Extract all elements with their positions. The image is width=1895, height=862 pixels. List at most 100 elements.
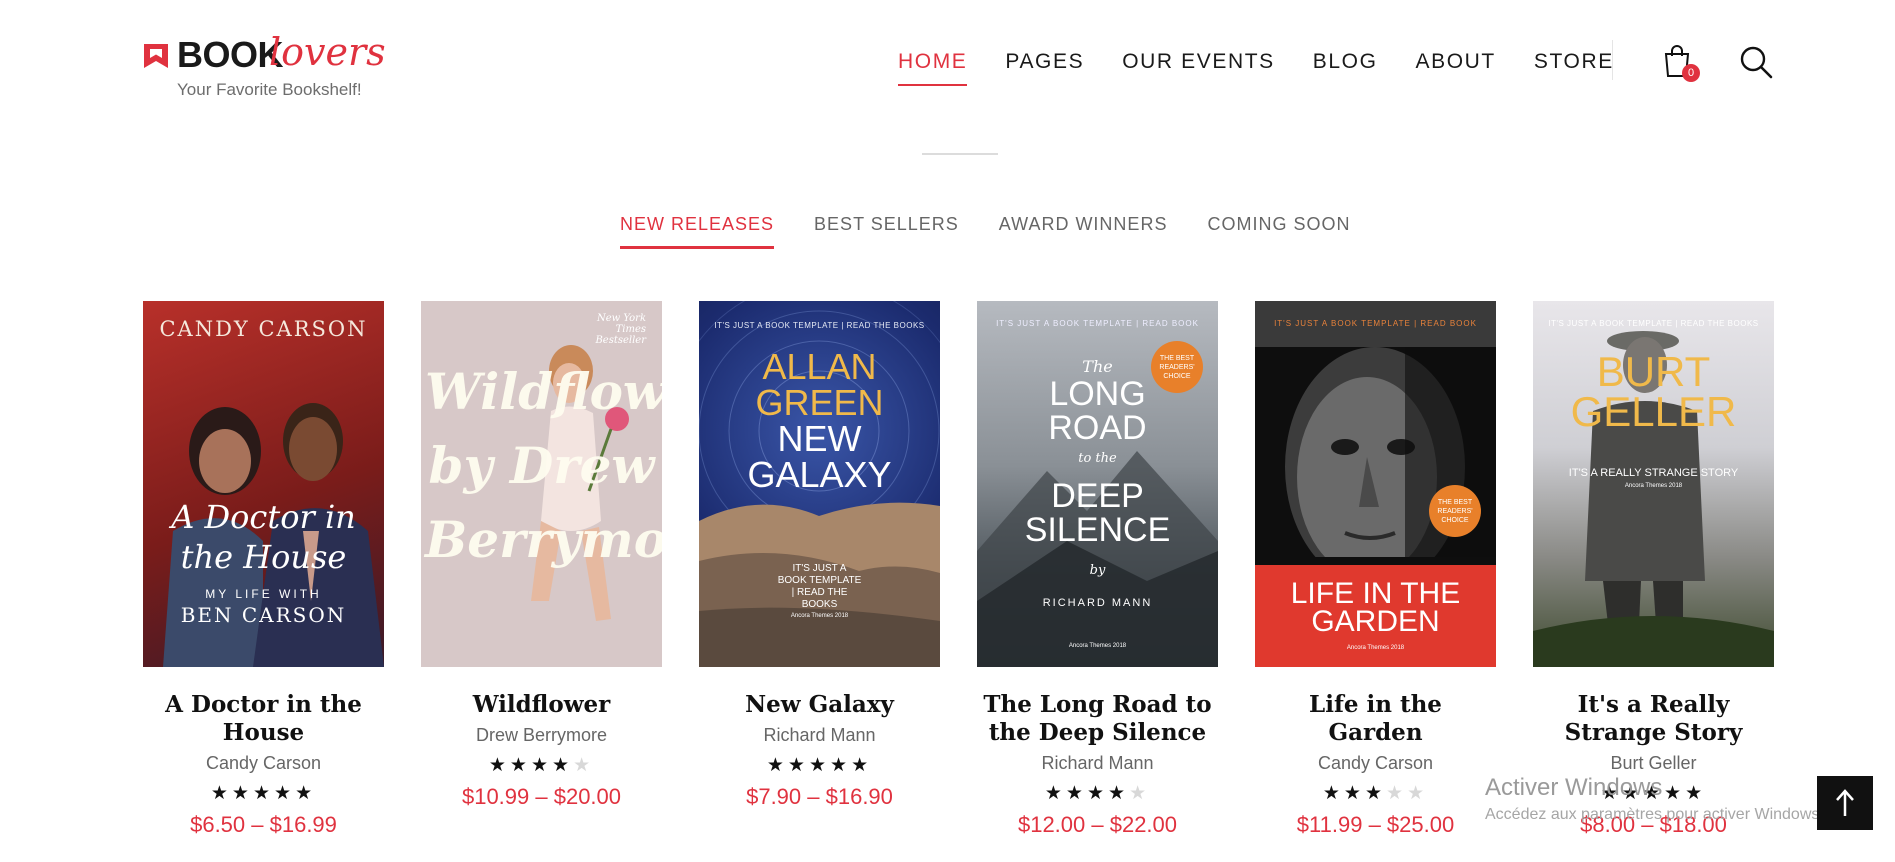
logo-tagline: Your Favorite Bookshelf! xyxy=(177,80,362,99)
star-icon: ★ xyxy=(488,755,510,776)
cover-line-3: NEW xyxy=(777,418,862,459)
star-icon: ★ xyxy=(1086,783,1109,804)
tab-new-releases[interactable]: NEW RELEASES xyxy=(620,214,775,249)
logo-book-text: BOOK xyxy=(177,34,284,75)
book-price: $6.50 – $16.99 xyxy=(190,812,337,837)
star-icon: ★ xyxy=(830,755,852,776)
book-title[interactable]: New Galaxy xyxy=(699,691,940,719)
star-icon: ★ xyxy=(295,783,317,804)
scroll-to-top-button[interactable] xyxy=(1817,776,1873,830)
tab-coming-soon[interactable]: COMING SOON xyxy=(1207,214,1350,249)
cover-line-3: DEEP xyxy=(1051,477,1144,515)
cover-line-2: ROAD xyxy=(1048,409,1147,447)
star-icon: ★ xyxy=(274,783,296,804)
star-rating: ★★★★★ xyxy=(699,754,940,776)
star-icon: ★ xyxy=(1322,783,1344,804)
cover-line-1: BURT xyxy=(1596,348,1711,395)
nav-about[interactable]: ABOUT xyxy=(1416,50,1496,86)
star-icon: ★ xyxy=(252,783,275,804)
book-author: Candy Carson xyxy=(1317,753,1434,773)
star-icon: ★ xyxy=(808,755,831,776)
cover-badge: New York Times Bestseller xyxy=(595,313,646,346)
search-button[interactable] xyxy=(1738,44,1774,80)
star-icon: ★ xyxy=(1407,783,1429,804)
cover-line-2: GARDEN xyxy=(1311,605,1440,638)
tab-award-winners[interactable]: AWARD WINNERS xyxy=(999,214,1168,249)
book-title[interactable]: The Long Road to the Deep Silence xyxy=(977,691,1218,747)
cover-line-2: GREEN xyxy=(755,382,884,423)
book-title[interactable]: Life in the Garden xyxy=(1255,691,1496,747)
book-card: IT'S JUST A BOOK TEMPLATE | READ BOOK Th… xyxy=(977,301,1218,838)
cover-script-title: Wildflower by Drew Berrymore xyxy=(425,362,662,569)
star-icon: ★ xyxy=(1044,783,1066,804)
book-title[interactable]: Wildflower xyxy=(421,691,662,719)
book-author: Drew Berrymore xyxy=(475,725,608,745)
nav-store[interactable]: STORE xyxy=(1534,50,1614,86)
star-icon: ★ xyxy=(1129,783,1151,804)
cover-bottom-name: BEN CARSON xyxy=(180,603,347,627)
star-icon: ★ xyxy=(509,755,531,776)
cover-to: to the xyxy=(1078,451,1117,466)
book-cover[interactable]: CANDY CARSON A Doctor in the House MY LI… xyxy=(143,301,384,667)
nav-blog[interactable]: BLOG xyxy=(1313,50,1378,86)
windows-activation-watermark: Activer Windows Accédez aux paramètres p… xyxy=(1485,774,1824,824)
site-logo[interactable]: BOOK lovers Your Favorite Bookshelf! xyxy=(143,30,403,104)
nav-divider xyxy=(1612,40,1613,80)
main-nav: HOME PAGES OUR EVENTS BLOG ABOUT STORE xyxy=(898,50,1652,86)
book-title[interactable]: It's a Really Strange Story xyxy=(1533,691,1774,747)
star-icon: ★ xyxy=(1386,783,1408,804)
book-cover[interactable]: IT'S JUST A BOOK TEMPLATE | READ BOOK LI… xyxy=(1255,301,1496,667)
star-icon: ★ xyxy=(210,783,232,804)
watermark-subtitle: Accédez aux paramètres pour activer Wind… xyxy=(1485,806,1824,823)
book-cover[interactable]: New York Times Bestseller Wildflower by … xyxy=(421,301,662,667)
book-cover[interactable]: IT'S JUST A BOOK TEMPLATE | READ THE BOO… xyxy=(1533,301,1774,667)
star-icon: ★ xyxy=(851,755,873,776)
cover-header: IT'S JUST A BOOK TEMPLATE | READ THE BOO… xyxy=(714,321,925,330)
watermark-title: Activer Windows xyxy=(1485,774,1663,801)
book-card: New York Times Bestseller Wildflower by … xyxy=(421,301,662,810)
star-icon: ★ xyxy=(1108,783,1130,804)
cover-footer: Ancora Themes 2018 xyxy=(1624,483,1683,489)
star-icon: ★ xyxy=(1065,783,1087,804)
book-cover[interactable]: IT'S JUST A BOOK TEMPLATE | READ THE BOO… xyxy=(699,301,940,667)
book-author: Candy Carson xyxy=(205,753,322,773)
book-title[interactable]: A Doctor in the House xyxy=(143,691,384,747)
cover-by: by xyxy=(1089,563,1106,578)
cart-count-badge: 0 xyxy=(1682,64,1700,82)
star-icon: ★ xyxy=(573,755,595,776)
book-card: IT'S JUST A BOOK TEMPLATE | READ THE BOO… xyxy=(699,301,940,810)
star-rating: ★★★★★ xyxy=(143,782,384,804)
tab-best-sellers[interactable]: BEST SELLERS xyxy=(814,214,959,249)
book-price: $11.99 – $25.00 xyxy=(1296,812,1455,837)
cover-header: IT'S JUST A BOOK TEMPLATE | READ BOOK xyxy=(996,319,1199,328)
book-author: Richard Mann xyxy=(1041,753,1154,773)
cover-author-top: CANDY CARSON xyxy=(159,317,368,341)
cover-line-4: GALAXY xyxy=(747,454,892,495)
cover-line-4: SILENCE xyxy=(1024,511,1171,549)
cover-subtitle: IT'S A REALLY STRANGE STORY xyxy=(1568,467,1739,479)
cover-footer: Ancora Themes 2018 xyxy=(1346,645,1405,651)
book-price: $7.90 – $16.90 xyxy=(746,784,893,809)
book-filter-tabs: NEW RELEASES BEST SELLERS AWARD WINNERS … xyxy=(620,214,1390,249)
star-rating: ★★★★★ xyxy=(1255,782,1496,804)
cover-author: RICHARD MANN xyxy=(1042,597,1153,609)
book-price: $12.00 – $22.00 xyxy=(1017,812,1178,837)
star-icon: ★ xyxy=(530,755,553,776)
book-author: Burt Geller xyxy=(1610,753,1697,773)
logo-lovers-text: lovers xyxy=(269,30,386,74)
readers-choice-badge: THE BEST READERS' CHOICE xyxy=(1151,341,1203,393)
cover-subtitle: MY LIFE WITH xyxy=(205,587,322,601)
book-price: $10.99 – $20.00 xyxy=(461,784,622,809)
nav-our-events[interactable]: OUR EVENTS xyxy=(1122,50,1275,86)
cart-button[interactable]: 0 xyxy=(1662,44,1700,84)
star-icon: ★ xyxy=(787,755,809,776)
bookmark-logo-icon xyxy=(144,44,168,68)
nav-home[interactable]: HOME xyxy=(898,50,968,86)
book-cover[interactable]: IT'S JUST A BOOK TEMPLATE | READ BOOK Th… xyxy=(977,301,1218,667)
nav-pages[interactable]: PAGES xyxy=(1005,50,1084,86)
search-icon xyxy=(1740,46,1773,79)
cover-blurb: IT'S JUST A BOOK TEMPLATE | READ THE BOO… xyxy=(777,563,862,610)
section-divider xyxy=(922,153,998,155)
star-icon: ★ xyxy=(552,755,574,776)
cover-line-1: ALLAN xyxy=(762,346,877,387)
